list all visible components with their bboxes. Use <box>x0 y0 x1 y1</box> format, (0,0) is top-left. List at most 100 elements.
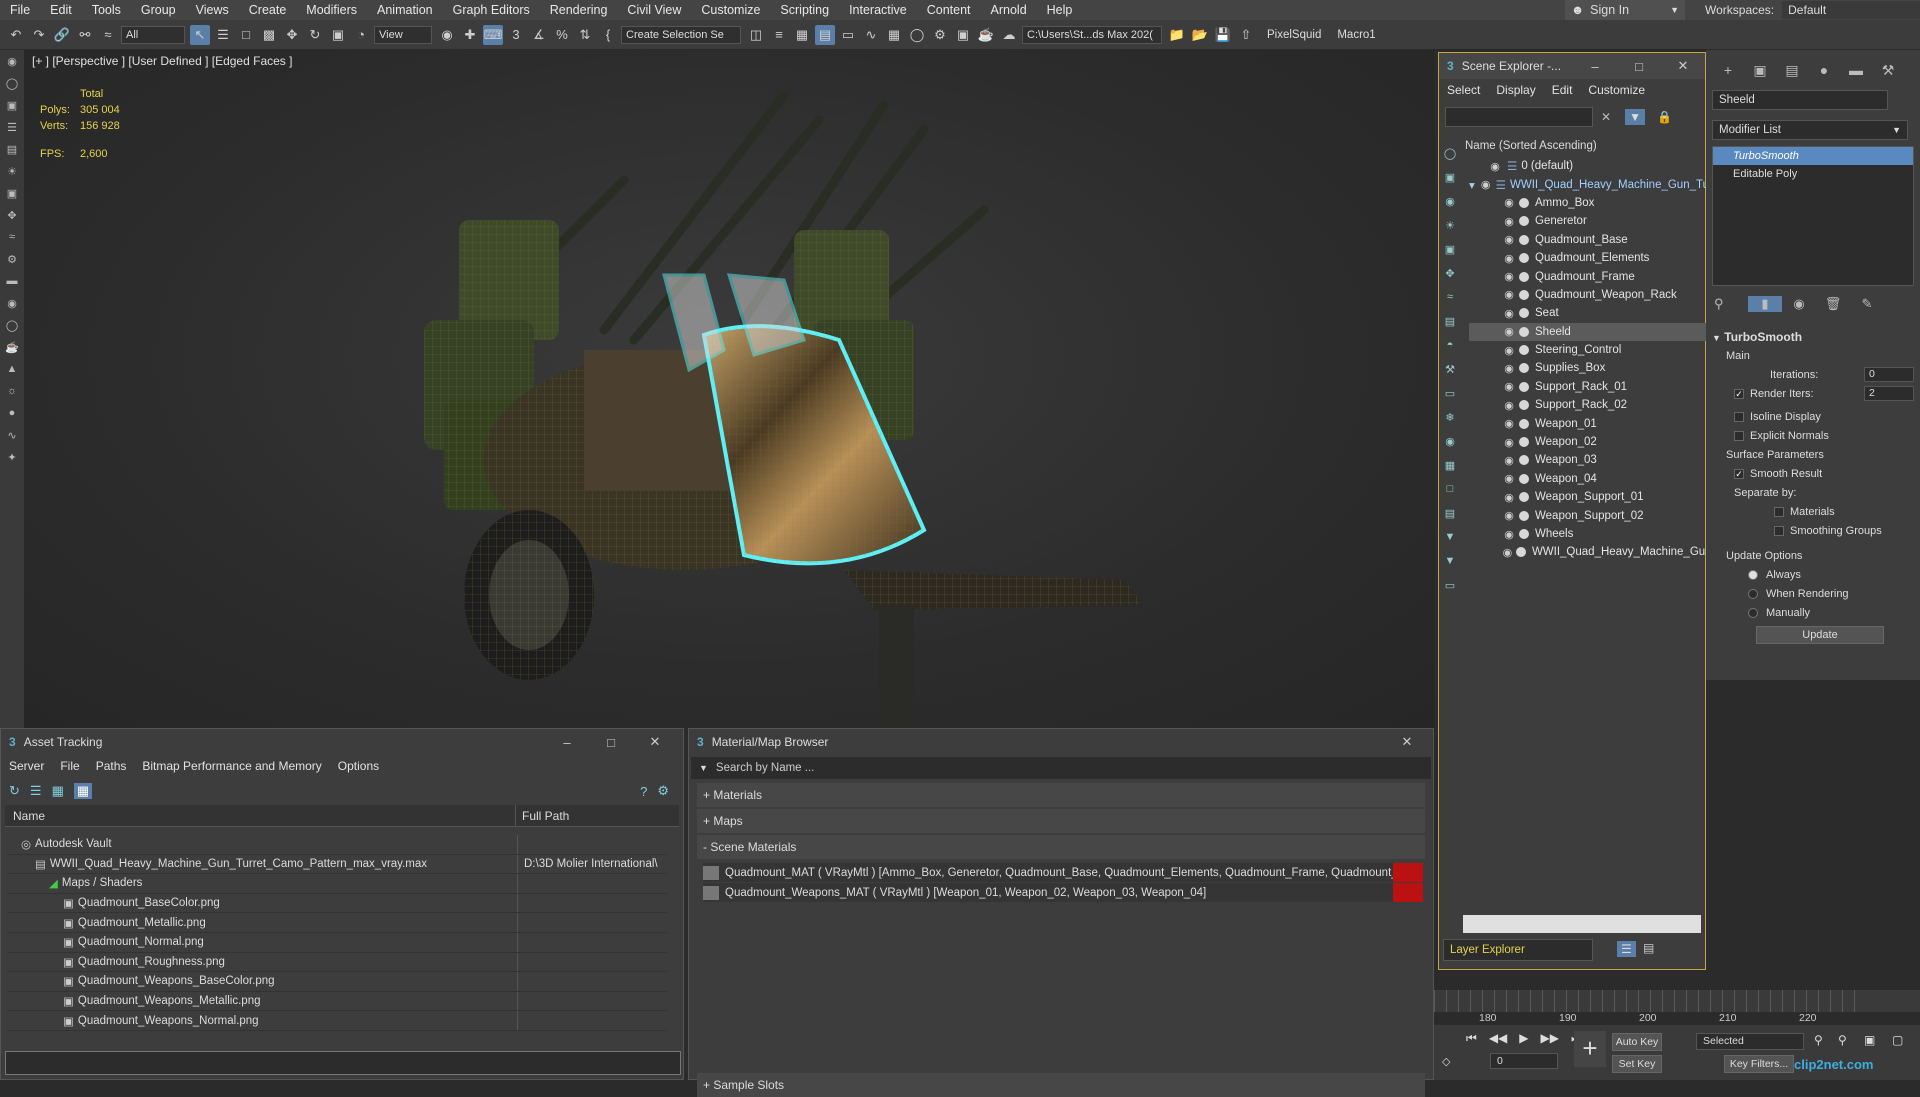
refresh-icon[interactable]: ↻ <box>9 783 20 799</box>
machine-gun-model[interactable] <box>24 50 1434 730</box>
table-row[interactable]: ▣ Quadmount_Weapons_Normal.png <box>7 1011 667 1031</box>
modifier-list-dropdown[interactable]: Modifier List ▼ <box>1712 120 1908 140</box>
material-row[interactable]: Quadmount_Weapons_MAT ( VRayMtl ) [Weapo… <box>703 883 1423 902</box>
table-row[interactable]: ▣ Quadmount_BaseColor.png <box>7 893 667 914</box>
scene-object-row[interactable]: ◉ Quadmount_Base <box>1469 231 1709 249</box>
zoom-extents-icon[interactable]: ▣ <box>1864 1033 1875 1047</box>
table-row[interactable]: ▣ Quadmount_Weapons_Metallic.png <box>7 991 667 1012</box>
filter-icon[interactable]: ▼ <box>1625 109 1645 125</box>
scene-object-row[interactable]: ◉ Supplies_Box <box>1469 359 1709 377</box>
list-icon[interactable]: ☰ <box>0 116 24 138</box>
material-group-header[interactable]: - Scene Materials <box>697 835 1425 859</box>
track-bar[interactable]: 180 190 200 210 220 <box>1434 990 1920 1024</box>
scale-icon[interactable]: ▣ <box>328 25 348 45</box>
plane-icon[interactable]: ▬ <box>0 270 24 292</box>
table-row[interactable]: ▣ Quadmount_Normal.png <box>7 932 667 953</box>
torus-icon[interactable]: ◯ <box>0 314 24 336</box>
menu-item-scripting[interactable]: Scripting <box>770 3 839 17</box>
name-column-header[interactable]: Name (Sorted Ascending) <box>1465 137 1597 155</box>
sphere-icon[interactable]: ◯ <box>0 72 24 94</box>
make-unique-icon[interactable]: ◉ <box>1782 296 1816 312</box>
show-end-result-icon[interactable]: ▮ <box>1748 296 1782 312</box>
display-all-icon[interactable]: ▦ <box>1439 453 1461 477</box>
material-browser-titlebar[interactable]: 3 Material/Map Browser ✕ <box>689 729 1433 755</box>
turbosmooth-rollout-title[interactable]: ▼ TurboSmooth <box>1712 330 1914 344</box>
at-menu-item[interactable]: Server <box>9 759 44 773</box>
menu-item-file[interactable]: File <box>0 3 40 17</box>
modifier-editable-poly[interactable]: Editable Poly <box>1713 165 1913 183</box>
play-icon[interactable]: ▶ <box>1519 1031 1528 1046</box>
close-icon[interactable]: ✕ <box>1385 729 1429 755</box>
menu-item-customize[interactable]: Customize <box>691 3 770 17</box>
pixelsquid-label[interactable]: PixelSquid <box>1267 29 1321 41</box>
menu-item-civil-view[interactable]: Civil View <box>617 3 691 17</box>
scene-object-row[interactable]: ◉ Weapon_03 <box>1469 451 1709 469</box>
clear-search-icon[interactable]: ✕ <box>1601 110 1611 124</box>
list-view-icon[interactable]: ☰ <box>30 783 42 799</box>
scene-object-row[interactable]: ◉ Support_Rack_01 <box>1469 378 1709 396</box>
layer-stack-icon[interactable]: ☰ <box>1617 941 1636 957</box>
at-menu-item[interactable]: Options <box>338 759 379 773</box>
display-invert-icon[interactable]: ▤ <box>1439 501 1461 525</box>
se-menu-edit[interactable]: Edit <box>1552 83 1573 97</box>
eye-icon[interactable]: ◉ <box>1501 472 1517 485</box>
eye-icon[interactable]: ◉ <box>1501 528 1517 541</box>
eye-icon[interactable]: ◉ <box>1501 546 1514 559</box>
menu-item-graph-editors[interactable]: Graph Editors <box>443 3 540 17</box>
menu-item-views[interactable]: Views <box>186 3 239 17</box>
always-radio[interactable] <box>1748 569 1758 580</box>
mirror-icon[interactable]: ◫ <box>746 25 766 45</box>
next-frame-icon[interactable]: ▶▶ <box>1541 1031 1559 1046</box>
eye-icon[interactable]: ◉ <box>1501 307 1517 320</box>
scene-explorer-icon[interactable]: ▦ <box>792 25 812 45</box>
light-icon[interactable]: ☀ <box>0 160 24 182</box>
angle-snap-icon[interactable]: ∡ <box>529 25 549 45</box>
scene-object-row[interactable]: ◉ Weapon_01 <box>1469 414 1709 432</box>
scene-object-row[interactable]: ◉ Weapon_Support_01 <box>1469 488 1709 506</box>
settings-icon[interactable]: ⚙ <box>657 783 669 799</box>
undo-icon[interactable]: ↶ <box>6 25 26 45</box>
table-row[interactable]: ▤ WWII_Quad_Heavy_Machine_Gun_Turret_Camo… <box>7 854 667 875</box>
schematic-view-icon[interactable]: ▦ <box>884 25 904 45</box>
display-containers-icon[interactable]: ▭ <box>1439 381 1461 405</box>
link-icon[interactable]: 🔗 <box>52 25 72 45</box>
table-row[interactable]: ▣ Quadmount_Metallic.png <box>7 913 667 933</box>
asset-tracking-titlebar[interactable]: 3 Asset Tracking – □ ✕ <box>1 729 683 755</box>
pin-stack-icon[interactable]: ⚲ <box>1714 296 1748 312</box>
table-row[interactable]: ◢ Maps / Shaders <box>7 874 667 894</box>
scene-object-row[interactable]: ◉ Ammo_Box <box>1469 194 1709 212</box>
render-cloud-icon[interactable]: ☁ <box>999 25 1019 45</box>
utilities-tab-icon[interactable]: ⚒ <box>1872 62 1904 79</box>
at-menu-item[interactable]: Bitmap Performance and Memory <box>142 759 321 773</box>
expand-icon[interactable]: ▾ <box>1469 178 1480 192</box>
zoom-all-icon[interactable]: ⚲ <box>1838 1033 1847 1047</box>
scene-search-input[interactable] <box>1445 107 1593 127</box>
scene-object-row[interactable]: ◉ Wheels <box>1469 525 1709 543</box>
eye-icon[interactable]: ◉ <box>1501 454 1517 467</box>
se-menu-display[interactable]: Display <box>1496 83 1535 97</box>
material-search-bar[interactable]: ▼ Search by Name ... <box>691 757 1431 779</box>
system-icon[interactable]: ⚙ <box>0 248 24 270</box>
redo-icon[interactable]: ↷ <box>29 25 49 45</box>
percent-snap-icon[interactable]: % <box>552 25 572 45</box>
grid-view-icon[interactable]: ▦ <box>73 783 93 799</box>
display-geometry-icon[interactable]: ▣ <box>1439 165 1461 189</box>
key-filters-button[interactable]: Key Filters... <box>1724 1055 1794 1073</box>
eye-icon[interactable]: ◉ <box>1480 178 1492 191</box>
scene-object-row[interactable]: ◉ Quadmount_Weapon_Rack <box>1469 286 1709 304</box>
sign-in-button[interactable]: ☻ Sign In ▼ <box>1565 0 1685 20</box>
materials-checkbox[interactable] <box>1774 506 1784 517</box>
export-icon[interactable]: ⇧ <box>1236 25 1256 45</box>
display-none-icon[interactable]: ◯ <box>1439 141 1461 165</box>
smoothing-groups-checkbox[interactable] <box>1774 525 1784 536</box>
close-icon[interactable]: ✕ <box>1661 53 1705 79</box>
menu-item-tools[interactable]: Tools <box>82 3 131 17</box>
display-xrefs-icon[interactable]: ◓ <box>1439 333 1461 357</box>
scene-object-row[interactable]: ◉ Generetor <box>1469 212 1709 230</box>
menu-item-modifiers[interactable]: Modifiers <box>296 3 367 17</box>
layer-explorer-dropdown[interactable]: Layer Explorer <box>1443 939 1593 961</box>
scene-explorer-hscrollbar[interactable] <box>1463 915 1701 933</box>
remove-modifier-icon[interactable]: 🗑 <box>1816 296 1850 312</box>
prev-frame-icon[interactable]: ◀◀ <box>1489 1031 1507 1046</box>
maximize-icon[interactable]: □ <box>589 729 633 755</box>
